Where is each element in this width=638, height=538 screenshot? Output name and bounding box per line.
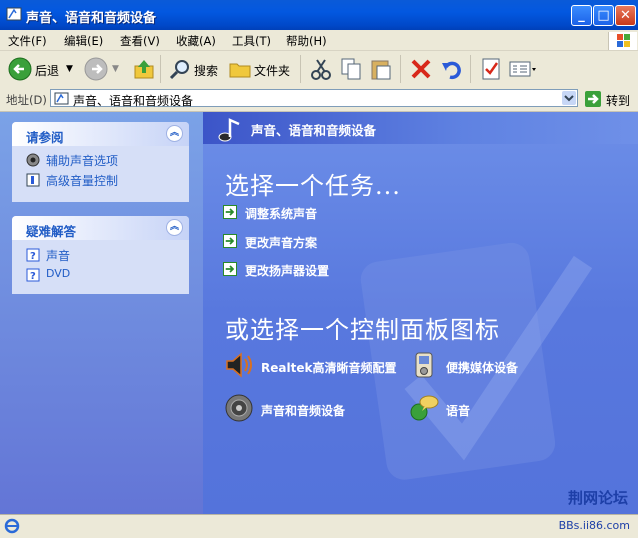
help-icon: ? [26, 248, 40, 262]
back-button[interactable]: 后退 [35, 62, 59, 79]
toolbar: 后退 ▼ ▼ 搜索 文件夹 [0, 51, 638, 88]
troubleshoot-title: 疑难解答 [26, 224, 77, 239]
svg-text:?: ? [30, 271, 36, 282]
troubleshoot-link-dvd[interactable]: DVD [46, 267, 70, 280]
go-button[interactable]: 转到 [606, 92, 630, 109]
left-task-pane: 请参阅 ︽ 辅助声音选项 高级音量控制 疑难解答 ︽ ? 声音 ? DVD [0, 112, 203, 514]
forum-watermark-url: BBs.ii86.com [558, 519, 630, 532]
troubleshoot-link-sound[interactable]: 声音 [46, 247, 70, 264]
back-arrow-icon[interactable] [8, 57, 32, 81]
see-also-link-advanced-volume[interactable]: 高级音量控制 [46, 172, 118, 189]
main-content-pane: 声音、语音和音频设备 选择一个任务... 调整系统声音 更改声音方案 更改扬声器… [203, 112, 638, 514]
control-panel-icon [54, 92, 69, 105]
see-also-link-accessibility-sounds[interactable]: 辅助声音选项 [46, 152, 118, 169]
menu-view[interactable]: 查看(V) [120, 33, 160, 49]
task-arrow-icon [223, 262, 237, 276]
search-icon[interactable] [168, 57, 192, 81]
folders-icon[interactable] [228, 57, 252, 81]
task-label[interactable]: 更改扬声器设置 [245, 262, 329, 279]
toolbar-separator [400, 55, 401, 83]
back-dropdown-icon[interactable]: ▼ [66, 64, 73, 74]
task-label[interactable]: 调整系统声音 [245, 205, 317, 222]
troubleshoot-header[interactable]: 疑难解答 ︽ [12, 216, 189, 240]
toolbar-separator [160, 55, 161, 83]
see-also-box: 请参阅 ︽ 辅助声音选项 高级音量控制 [12, 122, 189, 202]
task-arrow-icon [223, 205, 237, 219]
speaker-volume-icon [226, 352, 252, 378]
up-folder-icon[interactable] [132, 57, 156, 81]
collapse-chevron-icon[interactable]: ︽ [166, 125, 183, 142]
task-label[interactable]: 更改声音方案 [245, 234, 317, 251]
cp-label[interactable]: 便携媒体设备 [446, 359, 518, 376]
menu-bar: 文件(F) 编辑(E) 查看(V) 收藏(A) 工具(T) 帮助(H) [0, 30, 638, 51]
windows-logo-icon [608, 32, 637, 50]
cp-label[interactable]: 语音 [446, 402, 470, 419]
search-button[interactable]: 搜索 [194, 62, 218, 79]
forum-watermark-title: 荆网论坛 [567, 489, 628, 507]
cp-label[interactable]: 声音和音频设备 [261, 402, 345, 419]
menu-favorites[interactable]: 收藏(A) [176, 33, 216, 49]
category-title: 声音、语音和音频设备 [251, 123, 377, 138]
undo-icon[interactable] [440, 57, 462, 81]
title-bar[interactable]: 声音、语音和音频设备 _ □ ✕ [0, 0, 638, 30]
menu-file[interactable]: 文件(F) [8, 33, 47, 49]
address-bar: 地址(D) 声音、语音和音频设备 转到 [0, 87, 638, 112]
close-button[interactable]: ✕ [615, 5, 636, 26]
maximize-button[interactable]: □ [593, 5, 614, 26]
portable-media-device-icon [415, 352, 433, 378]
troubleshoot-box: 疑难解答 ︽ ? 声音 ? DVD [12, 216, 189, 294]
see-also-title: 请参阅 [26, 130, 64, 145]
loudspeaker-icon [225, 394, 253, 422]
folders-button[interactable]: 文件夹 [254, 62, 290, 79]
see-also-header[interactable]: 请参阅 ︽ [12, 122, 189, 146]
menu-tools[interactable]: 工具(T) [232, 33, 271, 49]
cp-label[interactable]: Realtek高清晰音频配置 [261, 359, 396, 376]
properties-icon[interactable] [480, 57, 502, 81]
pick-icon-heading: 或选择一个控制面板图标 [225, 316, 500, 344]
address-dropdown-icon[interactable] [562, 91, 576, 105]
music-note-icon [218, 118, 240, 142]
copy-icon[interactable] [340, 57, 362, 81]
pick-task-heading: 选择一个任务... [225, 172, 401, 200]
ie-logo-icon [4, 518, 20, 534]
help-icon: ? [26, 268, 40, 282]
paste-icon[interactable] [370, 57, 392, 81]
address-label: 地址(D) [6, 93, 47, 107]
cut-icon[interactable] [310, 57, 332, 81]
toolbar-separator [470, 55, 471, 83]
status-bar: BBs.ii86.com [0, 514, 638, 538]
delete-icon[interactable] [410, 57, 432, 81]
address-value[interactable]: 声音、语音和音频设备 [73, 92, 193, 109]
menu-help[interactable]: 帮助(H) [286, 33, 327, 49]
go-arrow-icon[interactable] [584, 90, 602, 108]
views-icon[interactable] [508, 57, 536, 81]
forward-arrow-icon[interactable] [84, 57, 108, 81]
minimize-button[interactable]: _ [571, 5, 592, 26]
svg-text:?: ? [30, 251, 36, 262]
speech-icon [410, 395, 439, 421]
forward-dropdown-icon[interactable]: ▼ [112, 64, 119, 74]
menu-edit[interactable]: 编辑(E) [64, 33, 103, 49]
volume-control-icon [26, 173, 40, 187]
header-strip: 声音、语音和音频设备 [203, 112, 638, 144]
collapse-chevron-icon[interactable]: ︽ [166, 219, 183, 236]
task-arrow-icon [223, 234, 237, 248]
toolbar-separator [300, 55, 301, 83]
address-field[interactable]: 声音、语音和音频设备 [50, 89, 578, 109]
window-title: 声音、语音和音频设备 [26, 11, 157, 26]
speaker-icon [26, 153, 40, 167]
control-panel-icon [6, 7, 22, 21]
